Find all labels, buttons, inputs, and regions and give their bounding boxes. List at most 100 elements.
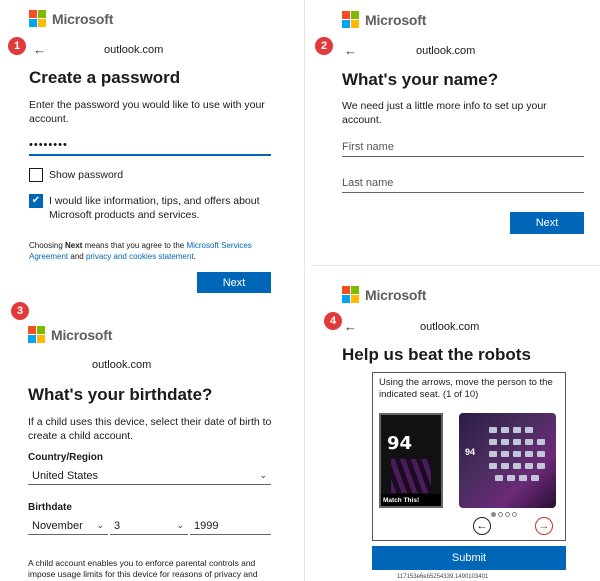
month-value: November [32,519,83,532]
first-name-input[interactable]: First name [342,137,584,157]
logo-text: Microsoft [365,286,427,303]
child-account-notice: A child account enables you to enforce p… [28,558,264,581]
description-text: If a child uses this device, select thei… [28,416,272,442]
captcha-number: 94 [387,433,413,454]
birthdate-label: Birthdate [28,502,72,513]
birthdate-panel: 3 Microsoft outlook.com What's your birt… [0,300,298,581]
show-password-label: Show password [49,169,124,181]
identity-row: ← outlook.com [33,42,163,57]
month-select[interactable]: November ⌄ [28,517,108,535]
page-title: What's your name? [342,70,499,89]
page-title: Create a password [29,68,181,87]
email-text: outlook.com [416,44,476,57]
microsoft-squares-icon [29,10,46,27]
marketing-row[interactable]: ✔ I would like information, tips, and of… [29,194,274,222]
captcha-instruction: Using the arrows, move the person to the… [379,377,553,400]
last-name-input[interactable]: Last name [342,173,584,193]
page-dot [512,512,517,517]
seat [513,451,521,457]
microsoft-logo: Microsoft [28,326,112,343]
description-text: We need just a little more info to set u… [342,100,547,126]
seat [495,475,503,481]
step-badge: 4 [324,312,342,330]
captcha-box: Using the arrows, move the person to the… [372,372,566,541]
chevron-down-icon: ⌄ [259,470,267,480]
day-value: 3 [114,519,121,532]
submit-button[interactable]: Submit [372,546,566,570]
seat-stripe [391,459,431,493]
year-value: 1999 [194,519,219,532]
logo-text: Microsoft [52,10,114,27]
captcha-target-image: 94 Match This! [379,413,443,508]
seat [489,451,497,457]
day-select[interactable]: 3 ⌄ [110,517,188,535]
seat [537,463,545,469]
next-button[interactable]: Next [197,272,271,293]
next-button[interactable]: Next [510,212,584,234]
legal-and: and [68,252,86,261]
year-select[interactable]: 1999 [190,517,271,535]
create-password-panel: Microsoft 1 ← outlook.com Create a passw… [0,0,298,296]
page-dot [505,512,510,517]
match-this-label: Match This! [381,494,441,506]
show-password-row[interactable]: Show password [29,168,123,182]
country-value: United States [32,469,99,482]
step-badge: 1 [8,37,26,55]
back-arrow-icon[interactable]: ← [344,43,404,58]
seat [501,463,509,469]
seat [489,439,497,445]
seat [531,475,539,481]
arrow-right-button-icon[interactable]: → [535,517,553,535]
page-dot [498,512,503,517]
email-text: outlook.com [104,43,164,56]
seat [525,451,533,457]
seat [525,463,533,469]
legal-mid: means that you agree to the [82,241,187,250]
seat [513,439,521,445]
seat [489,463,497,469]
seat [525,439,533,445]
identity-row: outlook.com [92,359,151,371]
seat [513,427,521,433]
captcha-puzzle-number: 94 [465,447,476,457]
reference-code: 117153e6eb5254339.1490103401 [397,574,489,580]
chevron-down-icon: ⌄ [176,520,184,530]
logo-text: Microsoft [51,326,113,343]
microsoft-squares-icon [342,286,359,303]
legal-prefix: Choosing [29,241,66,250]
back-arrow-icon[interactable]: ← [344,319,404,334]
captcha-page-dots [491,512,517,517]
password-input[interactable]: •••••••• [29,136,271,156]
country-select[interactable]: United States ⌄ [28,467,271,485]
logo-text: Microsoft [365,11,427,28]
microsoft-squares-icon [342,11,359,28]
microsoft-squares-icon [28,326,45,343]
country-label: Country/Region [28,452,103,463]
seat [519,475,527,481]
marketing-checkbox[interactable]: ✔ [29,194,43,208]
show-password-checkbox[interactable] [29,168,43,182]
vertical-divider [304,0,305,581]
seat [525,427,533,433]
marketing-label: I would like information, tips, and offe… [49,195,260,221]
page-title: What's your birthdate? [28,385,213,404]
privacy-link[interactable]: privacy and cookies statement [86,252,194,261]
captcha-panel: Microsoft 4 ← outlook.com Help us beat t… [311,268,600,581]
email-text: outlook.com [420,320,480,333]
legal-bold: Next [65,241,83,250]
page-dot [491,512,496,517]
seat [537,439,545,445]
page-title: Help us beat the robots [342,345,531,364]
seat [501,439,509,445]
step-badge: 2 [315,37,333,55]
captcha-puzzle-image[interactable]: 94 [459,413,556,508]
seat [501,427,509,433]
back-arrow-icon[interactable]: ← [33,42,93,57]
arrow-left-button-icon[interactable]: ← [473,517,491,535]
seat [507,475,515,481]
email-text: outlook.com [92,359,152,371]
microsoft-logo: Microsoft [342,286,426,303]
seat [513,463,521,469]
microsoft-logo: Microsoft [29,10,113,27]
legal-text: Choosing Next means that you agree to th… [29,240,274,262]
